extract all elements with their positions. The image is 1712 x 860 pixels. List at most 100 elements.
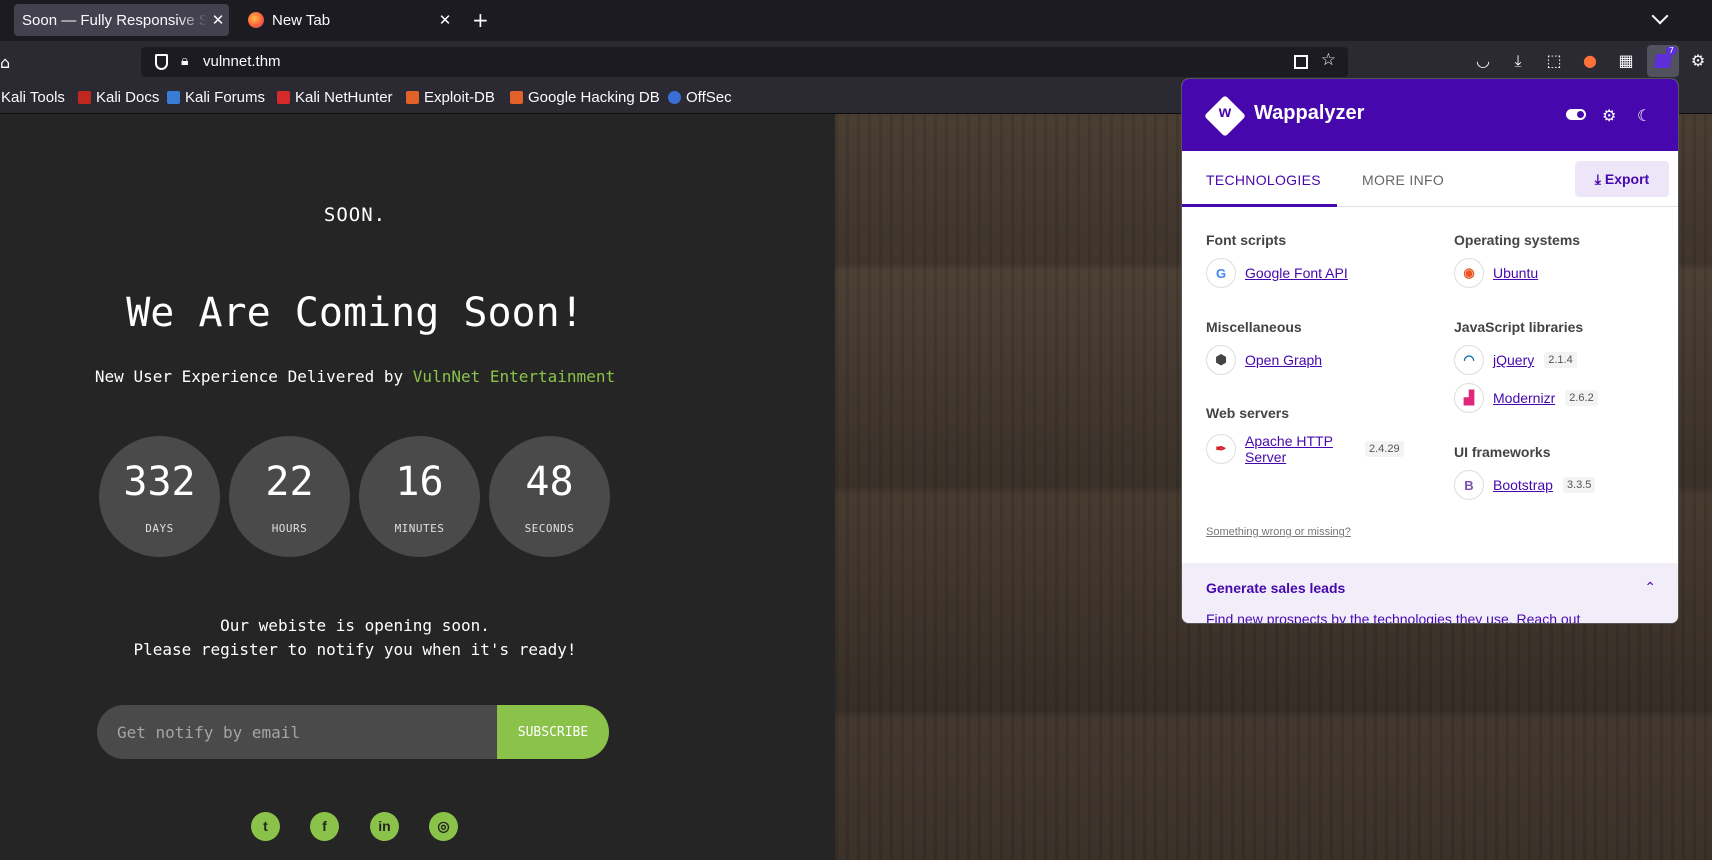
home-icon[interactable]: ⌂: [0, 53, 10, 72]
wappalyzer-tabs: TECHNOLOGIES MORE INFO ⤓ Export: [1182, 151, 1678, 207]
category-font-scripts: Font scripts: [1206, 232, 1287, 248]
bookmark-label: Kali Tools: [1, 89, 65, 106]
address-bar[interactable]: 🔒︎ vulnnet.thm ☆: [141, 47, 1348, 77]
gear-icon[interactable]: ⚙: [1602, 106, 1616, 126]
countdown-value: 48: [525, 459, 574, 505]
tech-bootstrap[interactable]: B Bootstrap 3.3.5: [1454, 470, 1596, 500]
bookmark-kali-forums[interactable]: Kali Forums: [167, 89, 265, 106]
leads-title: Generate sales leads: [1206, 580, 1346, 596]
countdown-label: MINUTES: [394, 522, 445, 535]
bookmark-star-icon[interactable]: ☆: [1321, 50, 1336, 70]
tab-soon[interactable]: Soon — Fully Responsive Software ✕: [14, 4, 229, 36]
message-line: Please register to notify you when it's …: [133, 640, 577, 659]
bookmark-kali-nethunter[interactable]: Kali NetHunter: [277, 89, 393, 106]
tech-modernizr[interactable]: ▟ Modernizr 2.6.2: [1454, 383, 1598, 413]
tech-open-graph[interactable]: ⬢ Open Graph: [1206, 345, 1322, 375]
close-tab-icon[interactable]: ✕: [434, 11, 456, 29]
subheadline: New User Experience Delivered by VulnNet…: [0, 367, 710, 386]
tech-version: 2.6.2: [1565, 390, 1598, 406]
tech-name[interactable]: Open Graph: [1245, 352, 1322, 368]
bookmark-label: OffSec: [686, 89, 732, 106]
lock-icon[interactable]: 🔒︎: [181, 53, 188, 69]
countdown-label: DAYS: [145, 522, 174, 535]
tab-more-info[interactable]: MORE INFO: [1362, 172, 1444, 188]
category-miscellaneous: Miscellaneous: [1206, 319, 1302, 335]
bookmark-label: Kali NetHunter: [295, 89, 393, 106]
tab-title: Soon — Fully Responsive Software: [22, 11, 207, 29]
shield-icon[interactable]: [155, 54, 168, 70]
bookmark-exploit-db[interactable]: Exploit-DB: [406, 89, 495, 106]
twitter-icon[interactable]: t: [251, 812, 280, 841]
moon-icon[interactable]: ☾: [1637, 106, 1651, 126]
bookmark-label: Exploit-DB: [424, 89, 495, 106]
wappalyzer-extension-button[interactable]: 7: [1647, 45, 1679, 77]
bookmark-offsec[interactable]: OffSec: [668, 89, 732, 106]
site-brand: SOON.: [323, 204, 387, 226]
wappalyzer-popup: w Wappalyzer ⚙ ☾ TECHNOLOGIES MORE INFO …: [1181, 78, 1679, 624]
tech-name[interactable]: Bootstrap: [1493, 477, 1553, 493]
url-text[interactable]: vulnnet.thm: [203, 53, 281, 70]
bookmark-kali-docs[interactable]: Kali Docs: [78, 89, 159, 106]
wappalyzer-icon: [1653, 54, 1673, 68]
countdown-seconds: 48 SECONDS: [489, 436, 610, 557]
email-field[interactable]: [97, 705, 497, 759]
tech-name[interactable]: Apache HTTP Server: [1245, 433, 1355, 465]
tab-technologies[interactable]: TECHNOLOGIES: [1206, 172, 1321, 188]
wappalyzer-title: Wappalyzer: [1254, 102, 1365, 124]
category-operating-systems: Operating systems: [1454, 232, 1581, 248]
chevron-up-icon[interactable]: ⌃: [1644, 579, 1656, 596]
facebook-icon[interactable]: f: [310, 812, 339, 841]
countdown-label: SECONDS: [524, 522, 575, 535]
tech-ubuntu[interactable]: ◉ Ubuntu: [1454, 258, 1538, 288]
download-icon[interactable]: ⤓: [1508, 51, 1528, 71]
bookmark-google-hacking-db[interactable]: Google Hacking DB: [510, 89, 660, 106]
something-wrong-link[interactable]: Something wrong or missing?: [1206, 526, 1351, 538]
bookmark-kali-tools[interactable]: Kali Tools: [1, 89, 65, 106]
pocket-icon[interactable]: ◡: [1473, 51, 1493, 71]
tech-name[interactable]: Modernizr: [1493, 390, 1555, 406]
page-title: We Are Coming Soon!: [126, 290, 584, 336]
company-name: VulnNet Entertainment: [412, 367, 616, 386]
jquery-icon: ◠: [1454, 345, 1484, 375]
countdown-value: 22: [265, 459, 314, 505]
subscribe-button[interactable]: SUBSCRIBE: [497, 705, 609, 759]
ubuntu-icon: ◉: [1454, 258, 1484, 288]
kali-nethunter-icon: [277, 91, 290, 104]
dribbble-icon[interactable]: ◎: [429, 812, 458, 841]
chevron-down-icon[interactable]: [1651, 7, 1669, 25]
tab-new-tab[interactable]: New Tab ✕: [238, 4, 456, 36]
tech-version: 2.1.4: [1544, 352, 1577, 368]
tech-version: 2.4.29: [1365, 441, 1404, 457]
tech-google-font-api[interactable]: G Google Font API: [1206, 258, 1348, 288]
google-font-icon: G: [1206, 258, 1236, 288]
qr-code-icon[interactable]: [1294, 55, 1308, 69]
bookmark-label: Google Hacking DB: [528, 89, 660, 106]
close-tab-icon[interactable]: ✕: [207, 11, 229, 29]
extension-badge: 7: [1665, 46, 1677, 55]
tech-name[interactable]: Google Font API: [1245, 265, 1348, 281]
countdown-label: HOURS: [271, 522, 308, 535]
tech-name[interactable]: jQuery: [1493, 352, 1534, 368]
grid-extension-icon[interactable]: ▦: [1616, 51, 1636, 71]
bookmark-label: Kali Forums: [185, 89, 266, 106]
active-tab-indicator: [1182, 204, 1337, 207]
export-button[interactable]: ⤓ Export: [1575, 161, 1669, 197]
tech-apache[interactable]: ✒ Apache HTTP Server 2.4.29: [1206, 431, 1404, 467]
countdown-value: 16: [395, 459, 444, 505]
extensions-icon[interactable]: ⬚: [1544, 51, 1564, 71]
category-ui-frameworks: UI frameworks: [1454, 444, 1551, 460]
extension-fox-icon[interactable]: ●: [1580, 51, 1600, 71]
countdown-minutes: 16 MINUTES: [359, 436, 480, 557]
tech-jquery[interactable]: ◠ jQuery 2.1.4: [1454, 345, 1577, 375]
toggle-icon[interactable]: [1566, 109, 1586, 120]
ghdb-icon: [510, 91, 523, 104]
linkedin-icon[interactable]: in: [370, 812, 399, 841]
gear-icon[interactable]: ⚙: [1688, 51, 1708, 71]
coming-soon-panel: SOON. We Are Coming Soon! New User Exper…: [0, 114, 835, 860]
apache-feather-icon: ✒: [1206, 434, 1236, 464]
new-tab-button[interactable]: +: [472, 8, 489, 32]
navigation-bar: ⌂ 🔒︎ vulnnet.thm ☆ ◡ ⤓ ⬚ ● ▦ 7 ⚙: [0, 41, 1712, 82]
tech-name[interactable]: Ubuntu: [1493, 265, 1538, 281]
sales-leads-panel[interactable]: Generate sales leads ⌃ Find new prospect…: [1182, 563, 1678, 623]
bootstrap-icon: B: [1454, 470, 1484, 500]
